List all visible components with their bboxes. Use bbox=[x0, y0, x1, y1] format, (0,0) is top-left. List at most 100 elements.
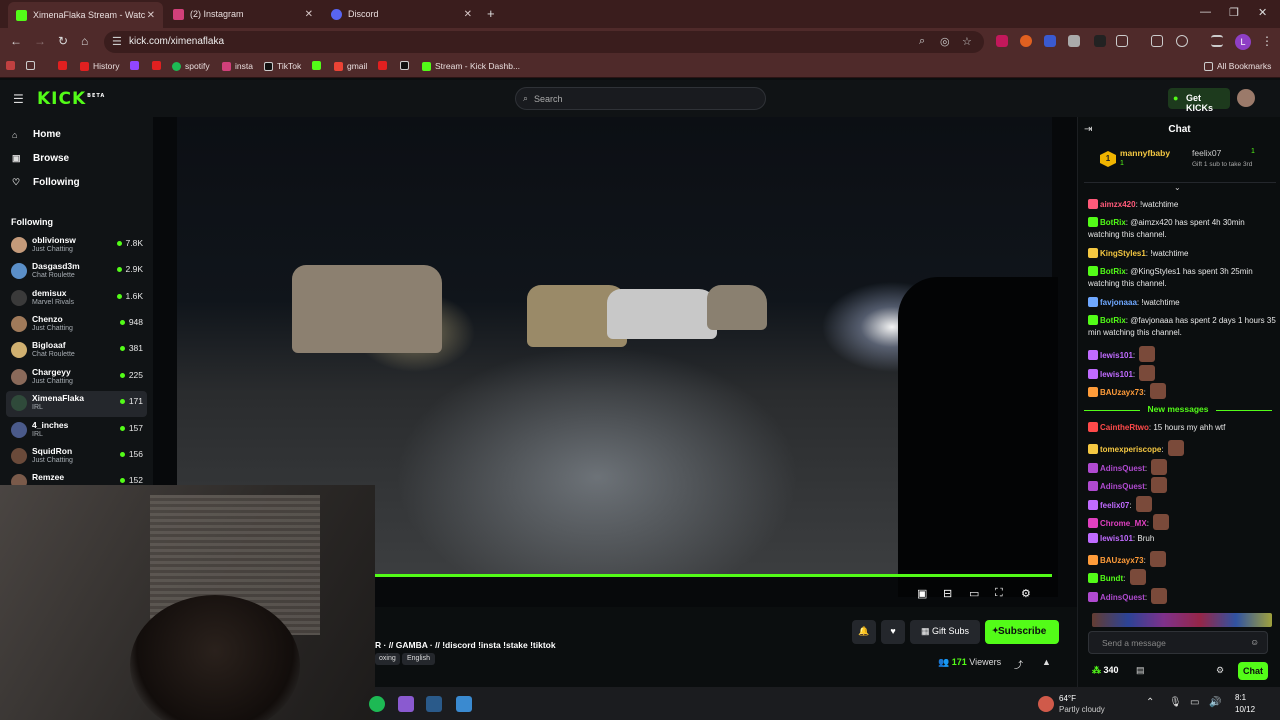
top-gifter-name[interactable]: mannyfbaby bbox=[1120, 148, 1170, 158]
channel-item-dasgasd3m[interactable]: Dasgasd3m Chat Roulette 2.9K bbox=[6, 259, 147, 285]
apps-grid-icon[interactable] bbox=[26, 61, 39, 70]
chat-message[interactable]: CaintheRtwo: 15 hours my ahh wtf bbox=[1088, 422, 1276, 434]
close-window-icon[interactable]: ✕ bbox=[1258, 6, 1267, 19]
x-bookmark-icon[interactable] bbox=[400, 61, 413, 70]
weather-icon[interactable] bbox=[1038, 696, 1054, 712]
youtube-bookmark-icon[interactable] bbox=[58, 61, 71, 70]
notification-bell-icon[interactable]: 🔔 bbox=[852, 620, 876, 644]
chat-message[interactable]: lewis101: bbox=[1088, 365, 1276, 381]
twitch-bookmark-icon[interactable] bbox=[130, 61, 143, 70]
address-bar[interactable]: ☰ kick.com/ximenaflaka ⌕ ◎ ☆ bbox=[104, 31, 984, 53]
chat-message[interactable]: KingStyles1: !watchtime bbox=[1088, 248, 1276, 260]
share-icon[interactable]: ⤴ bbox=[1014, 658, 1023, 671]
store-icon[interactable]: ▤ bbox=[1136, 665, 1145, 676]
app-taskbar-icon[interactable] bbox=[456, 696, 472, 712]
settings-gear-icon[interactable]: ⚙ bbox=[1021, 587, 1031, 600]
chat-message[interactable]: BotRix: @KingStyles1 has spent 3h 25min … bbox=[1088, 266, 1276, 290]
chat-message[interactable]: favjonaaa: !watchtime bbox=[1088, 297, 1276, 309]
fullscreen-icon[interactable]: ⛶ bbox=[995, 587, 1003, 600]
chat-message[interactable]: BAUzayx73: bbox=[1088, 383, 1276, 399]
kick-logo[interactable]: KICKBETA bbox=[37, 89, 105, 109]
chat-username[interactable]: AdinsQuest bbox=[1100, 464, 1145, 473]
channel-item-chenzo[interactable]: Chenzo Just Chatting 948 bbox=[6, 312, 147, 338]
extension-icon[interactable] bbox=[996, 35, 1008, 47]
youtube-bookmark-icon[interactable] bbox=[152, 61, 165, 70]
weather-condition[interactable]: Partly cloudy bbox=[1059, 705, 1105, 714]
gift-subs-button[interactable]: ▦ Gift Subs bbox=[910, 620, 980, 644]
clock-date[interactable]: 10/12 bbox=[1235, 705, 1255, 714]
menu-kebab-icon[interactable]: ⋮ bbox=[1261, 34, 1273, 48]
chat-message[interactable]: BAUzayx73: bbox=[1088, 551, 1276, 567]
stream-progress-bar[interactable] bbox=[375, 574, 1052, 577]
close-tab-icon[interactable]: ✕ bbox=[464, 9, 472, 20]
reload-icon[interactable]: ↻ bbox=[58, 34, 68, 48]
bookmark-tiktok[interactable]: TikTok bbox=[264, 61, 301, 71]
extension-icon[interactable] bbox=[1094, 35, 1106, 47]
spotify-taskbar-icon[interactable] bbox=[369, 696, 385, 712]
nav-browse[interactable]: ▣ Browse bbox=[12, 153, 69, 164]
mini-player-icon[interactable]: ▣ bbox=[917, 587, 927, 600]
chat-message[interactable]: aimzx420: !watchtime bbox=[1088, 199, 1276, 211]
maximize-icon[interactable]: ❐ bbox=[1229, 6, 1239, 19]
channel-points[interactable]: ⁂ 340 bbox=[1092, 665, 1119, 676]
chat-username[interactable]: feelix07 bbox=[1100, 501, 1129, 510]
extension-icon[interactable] bbox=[1044, 35, 1056, 47]
bookmark-history[interactable]: History bbox=[80, 61, 119, 71]
shield-icon[interactable] bbox=[1068, 35, 1080, 47]
channel-item-ximenaflaka[interactable]: XimenaFlaka IRL 171 bbox=[6, 391, 147, 417]
chat-username[interactable]: BotRix bbox=[1100, 267, 1126, 276]
chat-message[interactable]: feelix07: bbox=[1088, 496, 1276, 512]
tab-discord[interactable]: Discord ✕ bbox=[323, 4, 480, 24]
chat-username[interactable]: favjonaaa bbox=[1100, 298, 1137, 307]
language-tag[interactable]: English bbox=[402, 653, 435, 665]
chat-username[interactable]: aimzx420 bbox=[1100, 200, 1136, 209]
weather-temperature[interactable]: 64°F bbox=[1059, 694, 1076, 703]
chat-message[interactable]: AdinsQuest: bbox=[1088, 459, 1276, 475]
chat-message[interactable]: lewis101: bbox=[1088, 346, 1276, 362]
channel-item-demisux[interactable]: demisux Marvel Rivals 1.6K bbox=[6, 286, 147, 312]
gamepad-taskbar-icon[interactable] bbox=[398, 696, 414, 712]
chat-send-button[interactable]: Chat bbox=[1238, 662, 1268, 680]
network-icon[interactable]: ▭ bbox=[1190, 697, 1199, 708]
tray-expand-icon[interactable]: ⌃ bbox=[1146, 697, 1154, 708]
chat-username[interactable]: Chrome_MX bbox=[1100, 519, 1147, 528]
chat-message[interactable]: BotRix: @favjonaaa has spent 2 days 1 ho… bbox=[1088, 315, 1276, 339]
chat-username[interactable]: AdinsQuest bbox=[1100, 482, 1145, 491]
follow-heart-icon[interactable]: ♥ bbox=[881, 620, 905, 644]
new-messages-divider[interactable]: New messages bbox=[1084, 404, 1272, 418]
bookmark-insta[interactable]: insta bbox=[222, 61, 253, 71]
chat-message[interactable]: Chrome_MX: bbox=[1088, 514, 1276, 530]
emoji-picker-icon[interactable]: ☺ bbox=[1250, 637, 1259, 647]
site-info-icon[interactable]: ☰ bbox=[112, 35, 122, 48]
chat-username[interactable]: BotRix bbox=[1100, 316, 1126, 325]
nav-home[interactable]: ⌂ Home bbox=[12, 129, 61, 140]
youtube-bookmark-icon[interactable] bbox=[378, 61, 391, 70]
report-icon[interactable]: ▲ bbox=[1042, 657, 1051, 667]
get-kicks-button[interactable]: ● Get KICKs bbox=[1168, 88, 1230, 113]
steam-taskbar-icon[interactable] bbox=[426, 696, 442, 712]
close-tab-icon[interactable]: ✕ bbox=[147, 10, 155, 21]
chat-message-input[interactable]: Send a message ☺ bbox=[1088, 631, 1268, 654]
new-tab-icon[interactable]: + bbox=[487, 6, 495, 21]
channel-item-bigloaaf[interactable]: Bigloaaf Chat Roulette 381 bbox=[6, 338, 147, 364]
clock-time[interactable]: 8:1 bbox=[1235, 693, 1246, 702]
zoom-icon[interactable]: ⌕ bbox=[919, 35, 925, 48]
chat-message[interactable]: tomexperiscope: bbox=[1088, 440, 1276, 456]
chat-username[interactable]: lewis101 bbox=[1100, 534, 1133, 543]
all-bookmarks[interactable]: All Bookmarks bbox=[1204, 61, 1271, 71]
channel-item-chargeyy[interactable]: Chargeyy Just Chatting 225 bbox=[6, 365, 147, 391]
microphone-icon[interactable]: 🎙 bbox=[1169, 697, 1182, 708]
chat-username[interactable]: AdinsQuest bbox=[1100, 593, 1145, 602]
chat-username[interactable]: lewis101 bbox=[1100, 351, 1133, 360]
tab-instagram[interactable]: (2) Instagram ✕ bbox=[165, 4, 321, 24]
url-text[interactable]: kick.com/ximenaflaka bbox=[129, 36, 224, 47]
bookmark-icon[interactable] bbox=[6, 61, 19, 70]
chat-username[interactable]: CaintheRtwo bbox=[1100, 423, 1149, 432]
extension-icon[interactable] bbox=[1020, 35, 1032, 47]
channel-item-4-inches[interactable]: 4_inches IRL 157 bbox=[6, 418, 147, 444]
forward-icon[interactable]: → bbox=[34, 34, 46, 48]
bookmark-kick-dashboard[interactable]: Stream - Kick Dashb... bbox=[422, 61, 520, 71]
sidepanel-icon[interactable] bbox=[1151, 35, 1163, 47]
kick-bookmark-icon[interactable] bbox=[312, 61, 325, 70]
expand-pinned-icon[interactable]: ⌄ bbox=[1174, 183, 1181, 192]
